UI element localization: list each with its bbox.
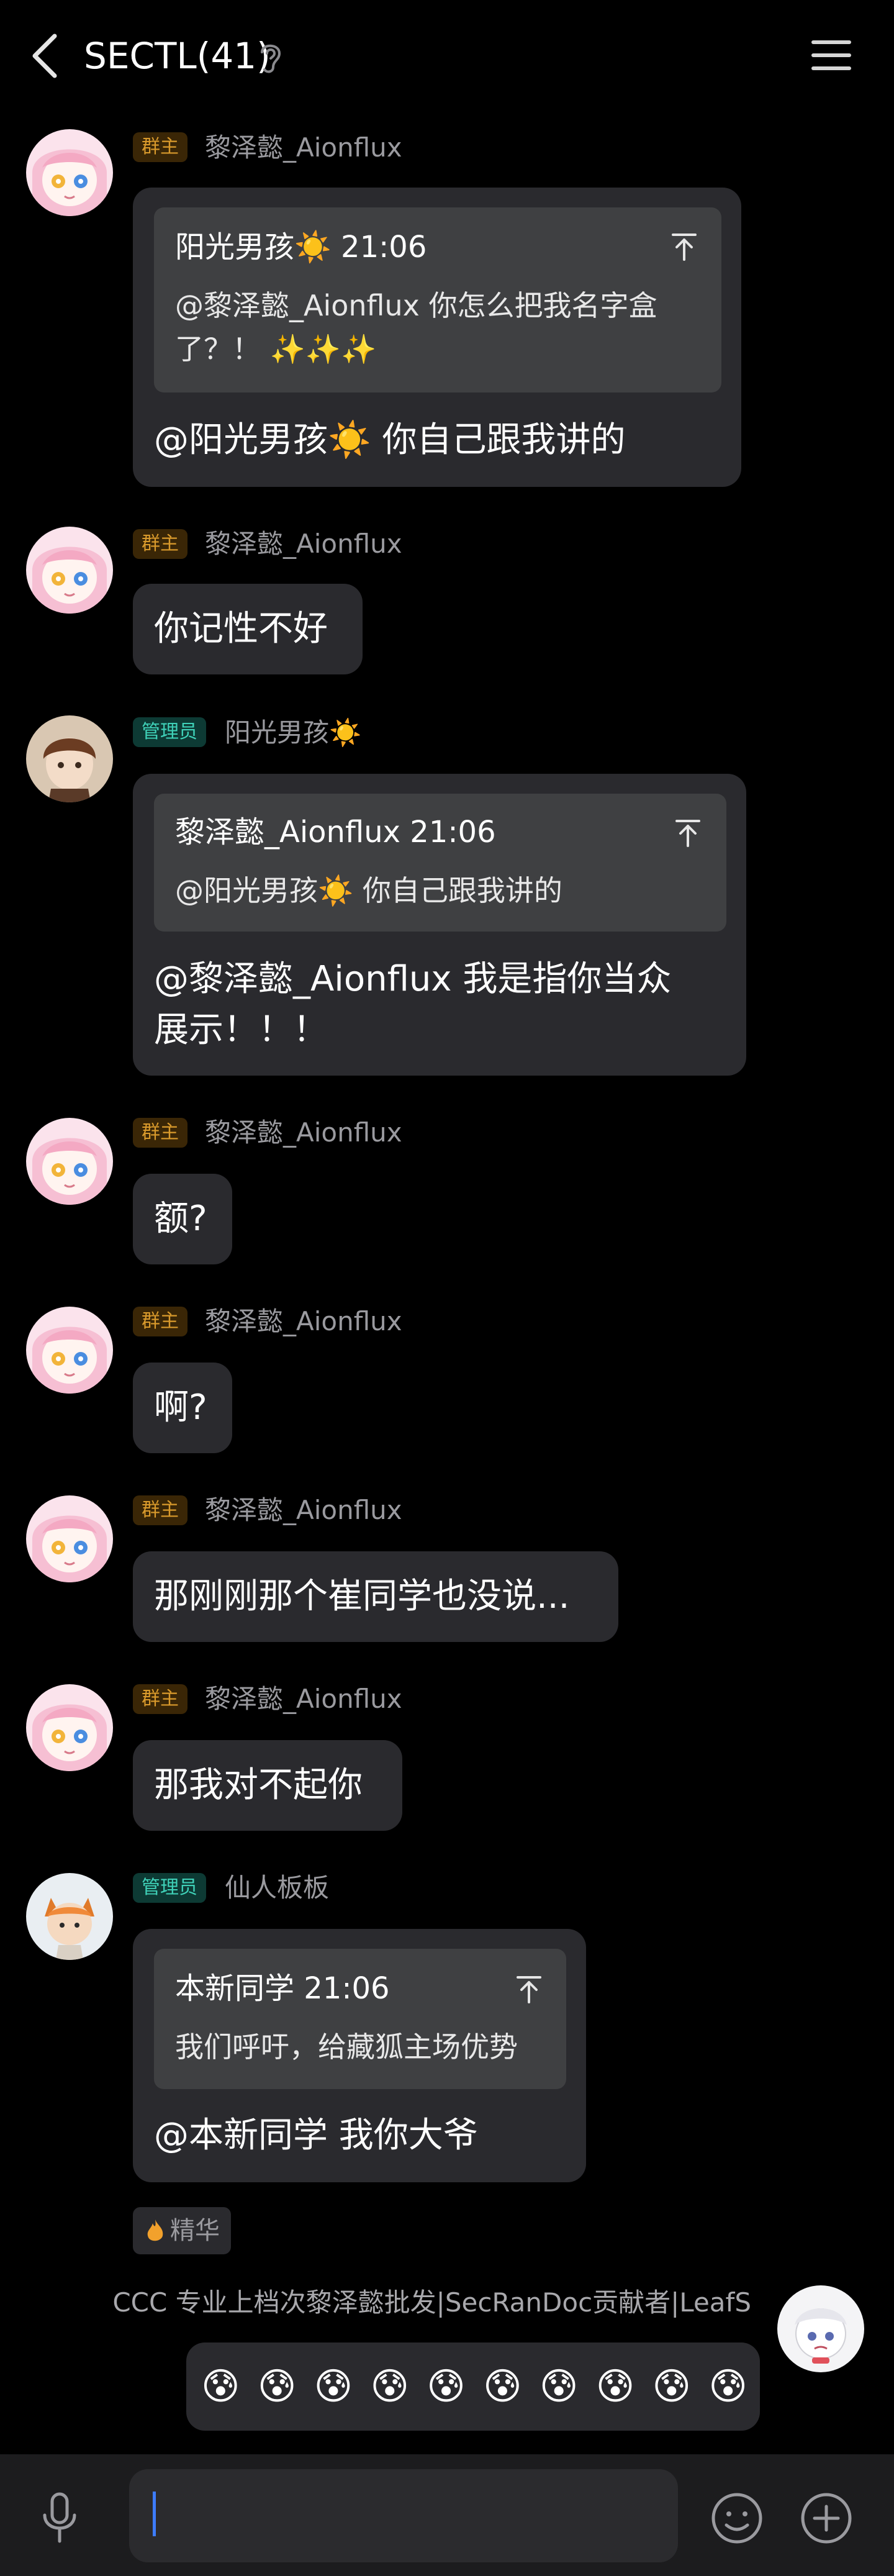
emoji: 😰 <box>257 2365 297 2408</box>
text-cursor <box>153 2492 156 2536</box>
sender-name[interactable]: 黎泽懿_Aionflux <box>205 130 402 165</box>
plus-icon[interactable] <box>800 2492 853 2545</box>
emoji: 😰 <box>483 2365 522 2408</box>
sender-name[interactable]: 阳光男孩☀️ <box>225 715 361 750</box>
sender-signature: CCC 专业上档次黎泽懿批发|SecRanDoc贡献者|LeafS <box>112 2287 751 2318</box>
quote-text: @阳光男孩☀️ 你自己跟我讲的 <box>175 874 562 907</box>
emoji-row: 😰 😰 😰 😰 😰 😰 😰 😰 😰 😰 <box>201 2359 747 2415</box>
my-avatar[interactable] <box>777 2285 864 2372</box>
owner-badge: 群主 <box>133 1684 187 1714</box>
pin-to-top-icon[interactable] <box>515 1974 543 2005</box>
avatar[interactable] <box>26 1873 113 1960</box>
sender-name[interactable]: 仙人板板 <box>225 1871 329 1905</box>
message-text: 额? <box>154 1199 207 1239</box>
avatar[interactable] <box>26 1495 113 1582</box>
avatar[interactable] <box>26 527 113 614</box>
sender-name[interactable]: 黎泽懿_Aionflux <box>205 1115 402 1150</box>
avatar[interactable] <box>26 1307 113 1394</box>
emoji: 😰 <box>427 2365 466 2408</box>
message-text: 展示！！！ <box>154 1010 328 1050</box>
admin-badge: 管理员 <box>133 1873 206 1903</box>
back-icon[interactable] <box>24 31 67 81</box>
smile-icon[interactable] <box>710 2492 764 2545</box>
emoji: 😰 <box>370 2365 409 2408</box>
fire-icon <box>147 2220 163 2241</box>
quote-text: 了？！ ✨✨✨ <box>175 332 377 366</box>
pin-to-top-icon[interactable] <box>670 231 698 262</box>
emoji: 😰 <box>539 2365 579 2408</box>
emoji: 😰 <box>314 2365 353 2408</box>
admin-badge: 管理员 <box>133 717 206 747</box>
sender-name[interactable]: 黎泽懿_Aionflux <box>205 1304 402 1339</box>
message-text: @本新同学 我你大爷 <box>154 2115 478 2156</box>
owner-badge: 群主 <box>133 1495 187 1525</box>
sender-name[interactable]: 黎泽懿_Aionflux <box>205 1493 402 1528</box>
sender-name[interactable]: 黎泽懿_Aionflux <box>205 1682 402 1717</box>
owner-badge: 群主 <box>133 1118 187 1148</box>
menu-icon[interactable] <box>808 32 854 78</box>
emoji: 😰 <box>201 2365 240 2408</box>
quote-header: 阳光男孩☀️ 21:06 <box>175 230 427 265</box>
message-text: 你记性不好 <box>154 609 328 649</box>
pin-to-top-icon[interactable] <box>674 817 702 848</box>
sender-name[interactable]: 黎泽懿_Aionflux <box>205 527 402 561</box>
message-input[interactable] <box>129 2469 678 2562</box>
message-text: @黎泽懿_Aionflux 我是指你当众 <box>154 959 672 999</box>
avatar[interactable] <box>26 129 113 216</box>
emoji: 😰 <box>652 2365 692 2408</box>
quote-header: 黎泽懿_Aionflux 21:06 <box>175 815 496 850</box>
message-text: 啊? <box>154 1387 207 1428</box>
message-text: 那刚刚那个崔同学也没说... <box>154 1576 570 1617</box>
message-text: 那我对不起你 <box>154 1765 363 1805</box>
owner-badge: 群主 <box>133 132 187 162</box>
message-text: @阳光男孩☀️ 你自己跟我讲的 <box>154 420 626 460</box>
quote-header: 本新同学 21:06 <box>175 1971 390 2006</box>
avatar[interactable] <box>26 1118 113 1205</box>
avatar[interactable] <box>26 1684 113 1771</box>
ear-icon[interactable] <box>256 39 286 76</box>
owner-badge: 群主 <box>133 529 187 559</box>
emoji: 😰 <box>595 2365 635 2408</box>
avatar[interactable] <box>26 715 113 802</box>
emoji: 😰 <box>708 2365 747 2408</box>
quote-text: @黎泽懿_Aionflux 你怎么把我名字盒 <box>175 289 657 322</box>
quote-text: 我们呼吁，给藏狐主场优势 <box>175 2030 518 2064</box>
chat-title[interactable]: SECTL(41) <box>84 31 271 81</box>
owner-badge: 群主 <box>133 1307 187 1336</box>
mic-icon[interactable] <box>38 2492 81 2544</box>
